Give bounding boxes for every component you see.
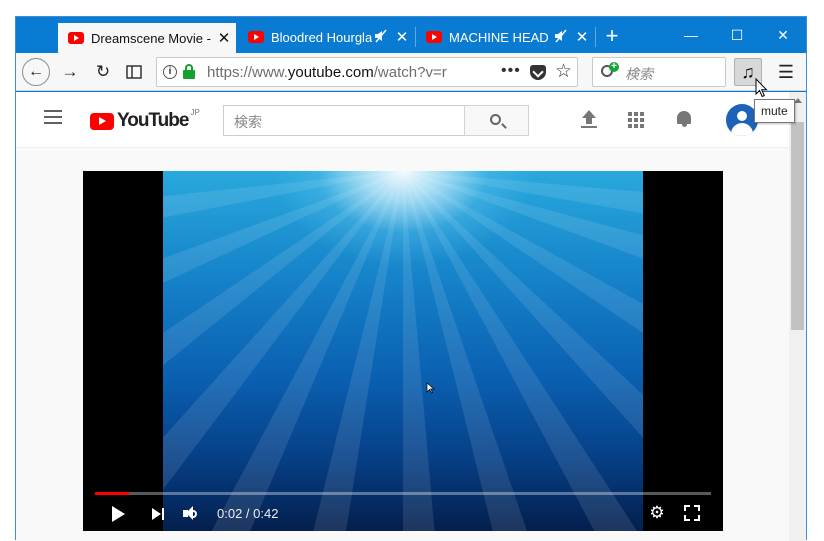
tab-close-icon[interactable]: ✕	[570, 28, 594, 46]
fullscreen-icon[interactable]	[684, 505, 700, 521]
reload-icon[interactable]: ↻	[89, 58, 117, 86]
sidebar-toggle-icon[interactable]	[120, 58, 148, 86]
video-player[interactable]: 0:02 / 0:42 ⚙	[83, 171, 723, 531]
secure-lock-icon[interactable]	[183, 64, 195, 80]
url-text[interactable]: https://www.youtube.com/watch?v=r	[207, 64, 465, 81]
tab-machine-head[interactable]: MACHINE HEAD - YouTube ✕	[416, 21, 594, 53]
volume-icon[interactable]	[183, 502, 201, 526]
tab-title: MACHINE HEAD - YouTube	[449, 29, 552, 45]
play-icon[interactable]	[111, 502, 127, 526]
youtube-play-logo-icon	[90, 112, 114, 130]
add-search-engine-icon: +	[609, 62, 619, 72]
progress-played	[95, 492, 129, 495]
video-frame[interactable]	[163, 171, 643, 531]
muted-speaker-icon[interactable]	[552, 29, 570, 46]
back-arrow-icon[interactable]: ←	[22, 58, 50, 86]
guide-menu-icon[interactable]	[44, 110, 62, 124]
page-scrollbar[interactable]	[789, 92, 806, 541]
muted-speaker-icon[interactable]	[372, 29, 390, 46]
new-tab-plus-icon[interactable]: +	[598, 23, 626, 51]
tab-dreamscene[interactable]: Dreamscene Movie - YouTube ✕	[58, 21, 236, 53]
in-video-cursor-icon	[426, 382, 435, 394]
logo-wordmark: YouTube	[117, 110, 189, 131]
info-icon[interactable]: i	[163, 65, 177, 79]
tab-separator	[595, 27, 596, 47]
tab-strip: Dreamscene Movie - YouTube ✕ Bloodred Ho…	[16, 17, 806, 53]
region-label: JP	[190, 108, 200, 117]
pocket-icon[interactable]	[530, 65, 546, 80]
search-placeholder: 検索	[625, 66, 653, 82]
tab-title: Bloodred Hourglass - YouTube	[271, 29, 372, 45]
youtube-search-input[interactable]: 検索	[223, 105, 465, 136]
youtube-header: YouTube JP 検索	[16, 92, 789, 148]
page-actions-icon[interactable]: •••	[501, 62, 521, 80]
next-track-icon[interactable]	[151, 502, 167, 526]
browser-window: Dreamscene Movie - YouTube ✕ Bloodred Ho…	[15, 16, 807, 541]
youtube-favicon-icon	[68, 32, 84, 44]
mouse-pointer-icon	[755, 78, 768, 98]
tab-close-icon[interactable]: ✕	[390, 28, 414, 46]
youtube-favicon-icon	[426, 31, 442, 43]
youtube-search-placeholder: 検索	[234, 114, 262, 130]
hamburger-menu-icon[interactable]: ☰	[772, 58, 800, 86]
progress-bar[interactable]	[95, 492, 711, 495]
notifications-bell-icon[interactable]	[676, 110, 692, 128]
tab-bloodred-hourglass[interactable]: Bloodred Hourglass - YouTube ✕	[238, 21, 414, 53]
forward-arrow-icon[interactable]: →	[56, 58, 84, 86]
scroll-up-arrow-icon[interactable]	[794, 98, 802, 103]
search-icon	[490, 114, 501, 125]
settings-gear-icon[interactable]: ⚙	[648, 504, 666, 522]
url-bar[interactable]: i https://www.youtube.com/watch?v=r ••• …	[156, 57, 578, 87]
close-icon[interactable]: ✕	[760, 21, 806, 49]
navigation-bar: ← → ↻ i https://www.youtube.com/watch?v=…	[16, 53, 806, 91]
upload-icon[interactable]	[581, 110, 597, 130]
bookmark-star-icon[interactable]: ☆	[555, 60, 572, 83]
tab-title: Dreamscene Movie - YouTube	[91, 30, 212, 46]
maximize-icon[interactable]: ☐	[714, 21, 760, 49]
scrollbar-thumb[interactable]	[791, 122, 804, 330]
time-display: 0:02 / 0:42	[217, 506, 279, 521]
page-content: YouTube JP 検索 0:02 / 0:42 ⚙	[16, 92, 806, 541]
minimize-icon[interactable]: —	[668, 21, 714, 49]
youtube-favicon-icon	[248, 31, 264, 43]
tab-close-icon[interactable]: ✕	[212, 29, 236, 47]
search-input[interactable]: + 検索	[592, 57, 726, 87]
youtube-logo[interactable]: YouTube JP	[90, 108, 200, 132]
apps-grid-icon[interactable]	[628, 112, 644, 128]
mute-tooltip: mute	[754, 99, 795, 123]
youtube-search-button[interactable]	[464, 105, 529, 136]
